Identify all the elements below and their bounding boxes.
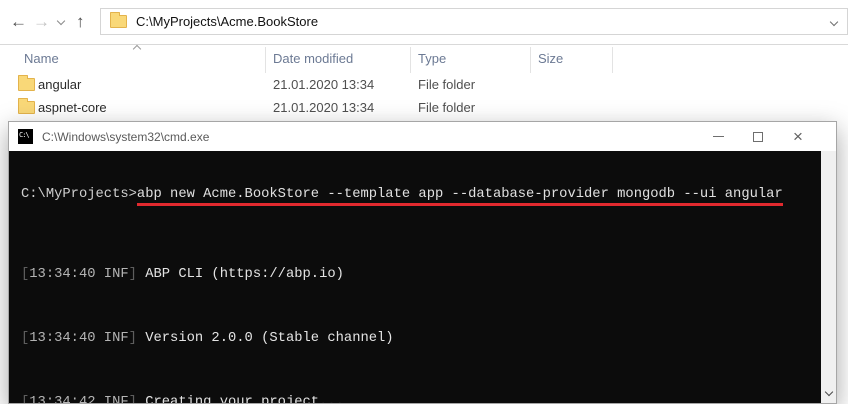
chevron-down-icon [824,387,832,395]
console-log-lines: [13:34:40 INF] ABP CLI (https://abp.io) … [21,235,821,403]
up-icon[interactable]: ↑ [76,13,85,30]
console-log-line: [13:34:40 INF] ABP CLI (https://abp.io) [21,267,821,283]
column-header-name[interactable]: Name [24,51,59,66]
address-path[interactable]: C:\MyProjects\Acme.BookStore [136,14,318,29]
log-bracket: ] [129,395,137,403]
console-prompt: C:\MyProjects> [21,187,137,202]
log-message: Version 2.0.0 (Stable channel) [137,331,394,346]
close-button[interactable]: × [778,122,818,151]
file-row[interactable]: angular 21.01.2020 13:34 File folder [0,73,848,96]
forward-icon[interactable]: → [33,13,50,30]
file-date-modified: 21.01.2020 13:34 [273,77,374,92]
column-header-size[interactable]: Size [538,51,563,66]
column-header-type[interactable]: Type [418,51,446,66]
address-chevron-down-icon[interactable] [830,17,838,25]
cmd-title: C:\Windows\system32\cmd.exe [42,130,209,144]
maximize-button[interactable] [738,122,778,151]
folder-icon [18,101,35,114]
console-log-line: [13:34:40 INF] Version 2.0.0 (Stable cha… [21,331,821,347]
column-header-row: Name Date modified Type Size [0,45,848,72]
file-name[interactable]: angular [38,77,81,92]
maximize-icon [753,132,763,142]
log-message: Creating your project... [137,395,344,403]
log-timestamp: 13:34:40 INF [29,267,128,282]
console-command-underlined: abp new Acme.BookStore --template app --… [137,187,783,206]
file-type: File folder [418,100,475,115]
log-message: ABP CLI (https://abp.io) [137,267,344,282]
cmd-titlebar[interactable]: C:\ C:\Windows\system32\cmd.exe × [9,122,836,151]
explorer-nav-row: ← → ↑ C:\MyProjects\Acme.BookStore [0,0,848,44]
log-bracket: ] [129,267,137,282]
cmd-window: C:\ C:\Windows\system32\cmd.exe × C:\MyP… [8,121,837,404]
folder-icon [18,78,35,91]
close-icon: × [793,128,803,145]
minimize-icon [713,136,724,137]
console-log-line: [13:34:42 INF] Creating your project... [21,395,821,403]
log-timestamp: 13:34:40 INF [29,331,128,346]
history-chevron-down-icon[interactable] [57,17,65,25]
column-separator[interactable] [530,47,531,73]
vertical-scrollbar[interactable] [821,151,836,403]
log-timestamp: 13:34:42 INF [29,395,128,403]
file-type: File folder [418,77,475,92]
sort-ascending-icon [133,45,141,53]
address-folder-icon [110,15,127,28]
file-date-modified: 21.01.2020 13:34 [273,100,374,115]
log-bracket: ] [129,331,137,346]
column-header-modified[interactable]: Date modified [273,51,353,66]
scroll-down-button[interactable] [821,386,836,400]
back-icon[interactable]: ← [10,13,27,30]
console-command-line: C:\MyProjects>abp new Acme.BookStore --t… [21,187,821,203]
console-text: C:\MyProjects>abp new Acme.BookStore --t… [9,151,821,403]
column-separator[interactable] [612,47,613,73]
column-separator[interactable] [410,47,411,73]
minimize-button[interactable] [698,122,738,151]
window-controls: × [698,122,818,151]
column-separator[interactable] [265,47,266,73]
cmd-icon: C:\ [18,129,33,144]
file-name[interactable]: aspnet-core [38,100,107,115]
address-bar[interactable]: C:\MyProjects\Acme.BookStore [100,8,848,35]
file-row[interactable]: aspnet-core 21.01.2020 13:34 File folder [0,96,848,119]
cmd-console: C:\MyProjects>abp new Acme.BookStore --t… [9,151,836,403]
